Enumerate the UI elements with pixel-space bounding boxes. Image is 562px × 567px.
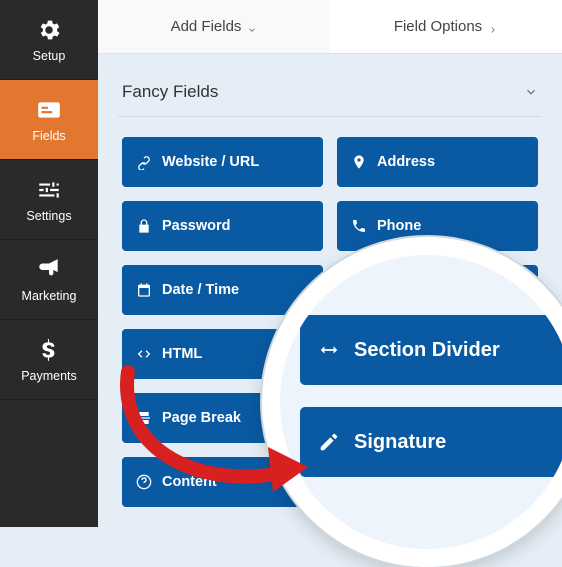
nav-label: Setup	[33, 49, 66, 63]
mag-label: Signature	[354, 431, 446, 454]
nav-fields[interactable]: Fields	[0, 80, 98, 160]
field-address[interactable]: Address	[337, 137, 538, 187]
field-label: Address	[377, 154, 435, 170]
field-label: Content	[162, 474, 217, 490]
nav-settings[interactable]: Settings	[0, 160, 98, 240]
chevron-right-icon	[488, 22, 498, 32]
section-header[interactable]: Fancy Fields	[118, 70, 542, 117]
nav-label: Settings	[26, 209, 71, 223]
field-label: Website / URL	[162, 154, 259, 170]
link-icon	[136, 154, 152, 170]
tab-label: Add Fields	[171, 18, 242, 35]
tab-label: Field Options	[394, 18, 482, 35]
field-password[interactable]: Password	[122, 201, 323, 251]
field-label: Password	[162, 218, 231, 234]
field-website-url[interactable]: Website / URL	[122, 137, 323, 187]
phone-icon	[351, 218, 367, 234]
pin-icon	[351, 154, 367, 170]
tabs: Add Fields Field Options	[98, 0, 562, 54]
nav-label: Marketing	[22, 289, 77, 303]
bullhorn-icon	[36, 257, 62, 283]
nav-label: Fields	[32, 129, 65, 143]
magnified-section-divider: Section Divider	[300, 315, 562, 385]
magnified-signature: Signature	[300, 407, 562, 477]
field-label: Date / Time	[162, 282, 239, 298]
chevron-down-icon	[247, 22, 257, 32]
nav-label: Payments	[21, 369, 77, 383]
tab-add-fields[interactable]: Add Fields	[98, 0, 330, 53]
calendar-icon	[136, 282, 152, 298]
help-icon	[136, 474, 152, 490]
chevron-down-icon	[524, 85, 538, 99]
field-label: Page Break	[162, 410, 241, 426]
nav-marketing[interactable]: Marketing	[0, 240, 98, 320]
nav-payments[interactable]: Payments	[0, 320, 98, 400]
field-label: HTML	[162, 346, 202, 362]
sidebar: Setup Fields Settings Marketing Payments	[0, 0, 98, 527]
dollar-icon	[36, 337, 62, 363]
form-icon	[36, 97, 62, 123]
section-title: Fancy Fields	[122, 82, 218, 102]
page-break-icon	[136, 410, 152, 426]
gear-icon	[36, 17, 62, 43]
code-icon	[136, 346, 152, 362]
field-label: Phone	[377, 218, 421, 234]
lock-icon	[136, 218, 152, 234]
sliders-icon	[36, 177, 62, 203]
nav-setup[interactable]: Setup	[0, 0, 98, 80]
mag-label: Section Divider	[354, 339, 500, 362]
tab-field-options[interactable]: Field Options	[330, 0, 562, 53]
